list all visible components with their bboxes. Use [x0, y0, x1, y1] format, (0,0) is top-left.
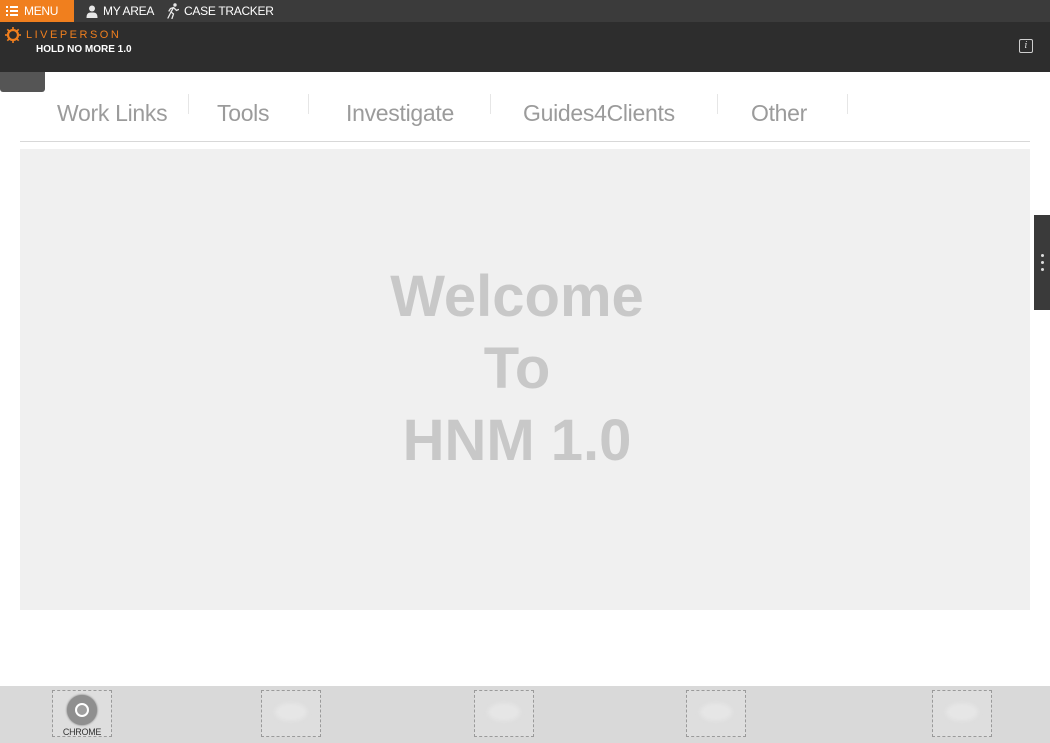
header-pull-tab[interactable] [0, 72, 45, 92]
logo-text: LIVEPERSON [26, 29, 122, 41]
bottom-dock: CHROME [0, 686, 1050, 743]
running-person-icon [167, 3, 180, 19]
tab-divider [717, 94, 718, 114]
top-menu-bar: MENU MY AREA CASE TRACKER [0, 0, 1050, 22]
info-icon[interactable]: i [1019, 39, 1033, 53]
dock-slot-empty[interactable] [686, 690, 746, 737]
user-icon [86, 5, 98, 18]
welcome-line: To [483, 336, 551, 401]
welcome-panel: Welcome To HNM 1.0 [20, 149, 1030, 610]
tab-investigate[interactable]: Investigate [346, 100, 454, 127]
dock-slot-chrome[interactable]: CHROME [52, 690, 112, 737]
tab-tools[interactable]: Tools [217, 100, 270, 127]
tab-divider [847, 94, 848, 114]
tab-divider [308, 94, 309, 114]
liveperson-logo: LIVEPERSON [5, 27, 121, 43]
dot-icon [1040, 261, 1044, 264]
welcome-message: Welcome To HNM 1.0 [20, 261, 1014, 477]
tab-divider [490, 94, 491, 114]
placeholder-icon [488, 703, 520, 721]
dot-icon [1040, 254, 1044, 257]
dock-slot-empty[interactable] [474, 690, 534, 737]
case-tracker-label: CASE TRACKER [184, 4, 274, 18]
placeholder-icon [946, 703, 978, 721]
app-title: HOLD NO MORE 1.0 [36, 44, 132, 55]
my-area-label: MY AREA [103, 4, 155, 18]
my-area-link[interactable]: MY AREA [86, 4, 154, 18]
tab-guides4clients[interactable]: Guides4Clients [523, 100, 675, 127]
tab-work-links[interactable]: Work Links [57, 100, 168, 127]
placeholder-icon [700, 703, 732, 721]
welcome-line: HNM 1.0 [402, 408, 632, 473]
tab-other[interactable]: Other [751, 100, 807, 127]
nav-tabs: Work Links Tools Investigate Guides4Clie… [20, 90, 1030, 142]
placeholder-icon [275, 703, 307, 721]
side-panel-toggle[interactable] [1034, 215, 1050, 310]
case-tracker-link[interactable]: CASE TRACKER [166, 3, 274, 19]
dock-slot-empty[interactable] [932, 690, 992, 737]
menu-button[interactable]: MENU [0, 0, 74, 22]
app-header: LIVEPERSON HOLD NO MORE 1.0 i [0, 22, 1050, 72]
dot-icon [1040, 268, 1044, 271]
list-icon [6, 6, 18, 16]
menu-label: MENU [24, 4, 59, 18]
tab-divider [188, 94, 189, 114]
welcome-line: Welcome [390, 264, 644, 329]
chrome-icon [67, 695, 97, 725]
sun-logo-icon [5, 27, 21, 43]
dock-slot-label: CHROME [62, 727, 102, 737]
dock-slot-empty[interactable] [261, 690, 321, 737]
